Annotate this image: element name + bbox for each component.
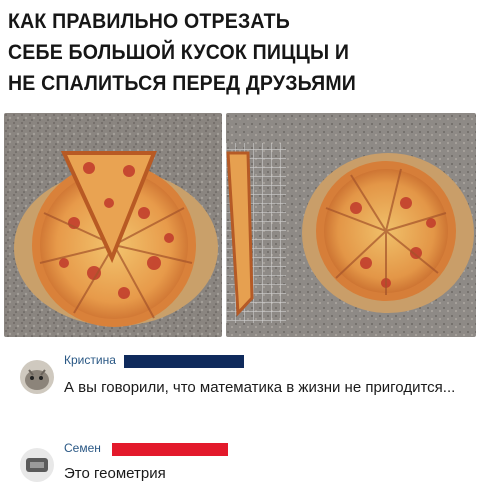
censor-bar xyxy=(124,355,244,368)
avatar[interactable] xyxy=(20,448,54,482)
censor-bar xyxy=(112,443,228,456)
comment-text: А вы говорили, что математика в жизни не… xyxy=(64,379,456,396)
pizza-photo-after xyxy=(226,113,476,337)
comment-author[interactable]: Кристина xyxy=(64,352,116,368)
headline-line: НЕ СПАЛИТЬСЯ ПЕРЕД ДРУЗЬЯМИ xyxy=(8,72,357,95)
headline-line: СЕБЕ БОЛЬШОЙ КУСОК ПИЦЦЫ И xyxy=(8,41,350,64)
headline-line: КАК ПРАВИЛЬНО ОТРЕЗАТЬ xyxy=(8,10,291,33)
comment-author[interactable]: Семен xyxy=(64,440,101,456)
comment-text: Это геометрия xyxy=(64,465,166,482)
avatar[interactable] xyxy=(20,360,54,394)
meme-headline: КАК ПРАВИЛЬНО ОТРЕЗАТЬ СЕБЕ БОЛЬШОЙ КУСО… xyxy=(8,6,441,99)
pizza-photo-before xyxy=(4,113,222,337)
